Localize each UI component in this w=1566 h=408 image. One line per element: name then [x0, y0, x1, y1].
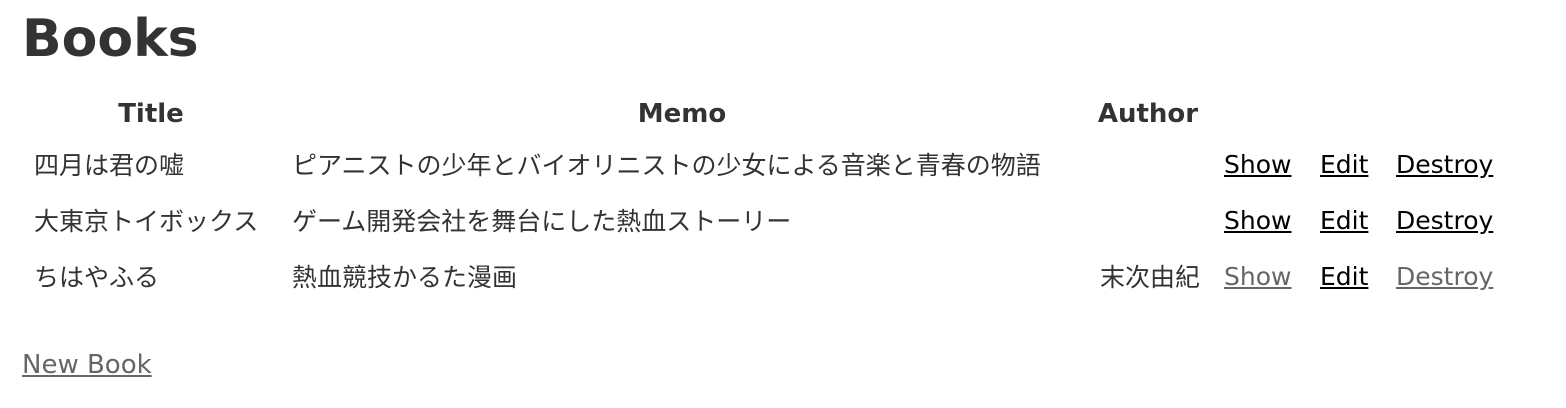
edit-link[interactable]: Edit [1320, 206, 1368, 235]
page-title: Books [22, 9, 199, 69]
book-title-cell: ちはやふる [34, 263, 160, 292]
book-author-cell [1084, 136, 1212, 192]
column-header-actions [1212, 92, 1506, 136]
book-author-cell: 末次由紀 [1099, 263, 1200, 292]
book-memo-cell: ピアニストの少年とバイオリニストの少女による音楽と青春の物語 [292, 151, 1041, 180]
show-link[interactable]: Show [1224, 262, 1291, 291]
column-header-memo: Memo [637, 99, 727, 129]
book-title-cell: 大東京トイボックス [34, 207, 259, 236]
column-header-author: Author [1097, 99, 1199, 129]
book-memo-cell: ゲーム開発会社を舞台にした熱血ストーリー [292, 207, 792, 236]
edit-link[interactable]: Edit [1320, 262, 1368, 291]
edit-link[interactable]: Edit [1320, 150, 1368, 179]
show-link[interactable]: Show [1224, 206, 1291, 235]
book-memo-cell: 熱血競技かるた漫画 [292, 263, 518, 292]
table-row: 大東京トイボックス ゲーム開発会社を舞台にした熱血ストーリー Show Edit… [22, 192, 1506, 248]
table-row: ちはやふる 熱血競技かるた漫画 末次由紀 Show Edit Destroy [22, 248, 1506, 304]
table-header-row: Title Memo Author [22, 92, 1506, 136]
new-book-link[interactable]: New Book [22, 350, 152, 380]
column-header-title: Title [118, 99, 184, 129]
show-link[interactable]: Show [1224, 150, 1291, 179]
books-table: Title Memo Author 四月は君の嘘 ピアニストの少年とバイオリニス… [22, 92, 1506, 304]
table-row: 四月は君の嘘 ピアニストの少年とバイオリニストの少女による音楽と青春の物語 Sh… [22, 136, 1506, 192]
destroy-link[interactable]: Destroy [1396, 150, 1493, 179]
book-title-cell: 四月は君の嘘 [34, 151, 185, 180]
destroy-link[interactable]: Destroy [1396, 262, 1493, 291]
destroy-link[interactable]: Destroy [1396, 206, 1493, 235]
book-author-cell [1084, 192, 1212, 248]
